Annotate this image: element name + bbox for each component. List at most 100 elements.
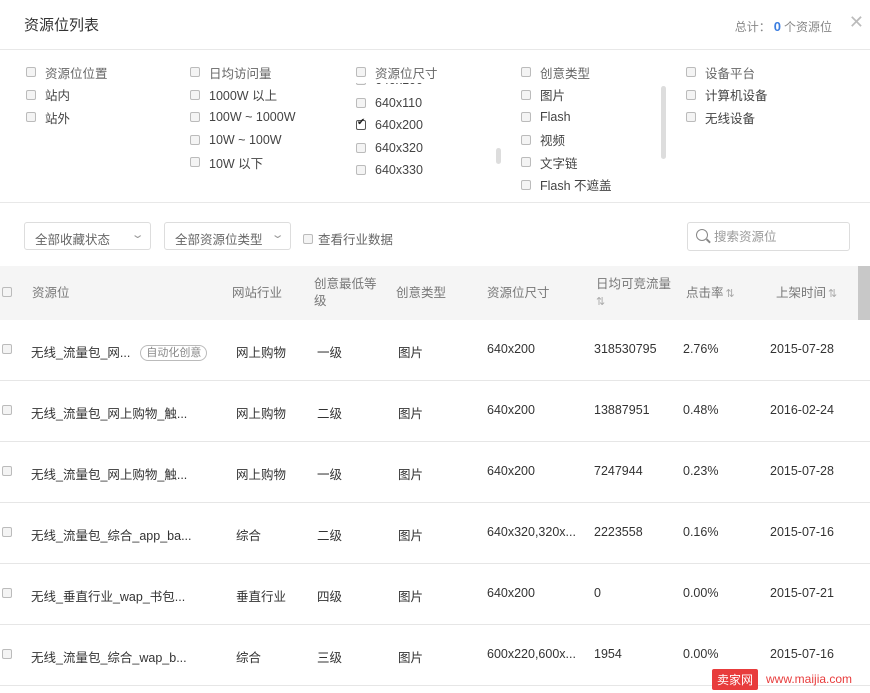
filter-item[interactable]: Flash <box>521 106 612 129</box>
checkbox[interactable] <box>521 134 531 145</box>
size-scrollbar[interactable] <box>496 148 501 164</box>
checkbox[interactable] <box>686 112 696 123</box>
filter-platform-head[interactable]: 设备平台 <box>686 61 768 84</box>
filter-creative-head[interactable]: 创意类型 <box>521 61 612 84</box>
checkbox[interactable] <box>356 83 366 86</box>
table-scrollbar[interactable] <box>858 266 870 320</box>
filter-item[interactable]: 计算机设备 <box>686 84 768 107</box>
filter-item[interactable]: 640x110 <box>356 92 506 115</box>
row-checkbox[interactable] <box>2 344 12 354</box>
cell-traffic: 13887951 <box>594 403 650 417</box>
cell-ctr: 0.16% <box>683 525 719 539</box>
cell-traffic: 0 <box>594 586 601 600</box>
cell-ctr: 0.00% <box>683 586 719 600</box>
checkbox[interactable] <box>521 67 531 78</box>
table-row[interactable]: 无线_垂直行业_wap_书包... 垂直行业 四级 图片 640x200 0 0.00% 20… <box>0 564 870 625</box>
filter-size-head[interactable]: 资源位尺寸 <box>356 61 438 84</box>
filter-item[interactable]: 文字链 <box>521 151 612 174</box>
checkbox[interactable] <box>190 112 200 123</box>
cell-name[interactable]: 无线_流量包_网... 自动化创意 <box>31 342 208 362</box>
checkbox[interactable] <box>26 67 36 78</box>
filter-item[interactable]: 640x320 <box>356 137 506 160</box>
col-level: 创意最低等 级 <box>314 277 377 308</box>
industry-data-checkbox[interactable]: 查看行业数据 <box>303 229 393 248</box>
cell-name[interactable]: 无线_流量包_网上购物_触... <box>31 464 187 483</box>
col-ctr[interactable]: 点击率 ⇅ <box>686 285 735 303</box>
filter-item[interactable]: Flash 不遮盖 <box>521 174 612 197</box>
cell-creative: 图片 <box>398 407 424 421</box>
filter-item[interactable]: 视频 <box>521 129 612 152</box>
filter-item[interactable]: 640x100 <box>356 83 506 92</box>
filter-item[interactable]: 10W 以下 <box>190 151 296 174</box>
cell-level: 四级 <box>317 590 343 604</box>
checkbox[interactable] <box>356 142 366 153</box>
cell-traffic: 7247944 <box>594 464 643 478</box>
filter-item[interactable]: 640x330 <box>356 159 506 182</box>
col-traffic[interactable]: 日均可竞流量 ⇅ <box>596 276 671 311</box>
cell-traffic: 1954 <box>594 647 622 661</box>
checkbox[interactable] <box>190 67 200 78</box>
checkbox[interactable] <box>190 89 200 100</box>
filter-item[interactable]: 图片 <box>521 84 612 107</box>
favorite-status-select[interactable]: 全部收藏状态 ⌄ <box>24 222 151 250</box>
checkbox[interactable] <box>190 134 200 145</box>
col-time[interactable]: 上架时间 ⇅ <box>776 285 837 303</box>
checkbox[interactable] <box>686 89 696 100</box>
search-input[interactable] <box>714 228 844 246</box>
cell-ctr: 0.23% <box>683 464 719 478</box>
checkbox[interactable] <box>521 179 531 190</box>
checkbox[interactable] <box>303 233 313 244</box>
filter-item[interactable]: 站内 <box>26 84 108 107</box>
select-all-checkbox[interactable] <box>2 287 12 297</box>
checkbox[interactable] <box>356 97 366 108</box>
row-checkbox[interactable] <box>2 588 12 598</box>
checkbox[interactable] <box>26 89 36 100</box>
row-checkbox[interactable] <box>2 466 12 476</box>
cell-size: 640x200 <box>487 403 535 417</box>
watermark-url: www.maijia.com <box>766 672 853 686</box>
table-row[interactable]: 无线_流量包_网上购物_触... 网上购物 二级 图片 640x200 13887951 0… <box>0 381 870 442</box>
creative-scrollbar[interactable] <box>661 86 666 159</box>
filter-traffic: 日均访问量 1000W 以上 100W ~ 1000W 10W ~ 100W 1… <box>190 61 296 174</box>
checkbox[interactable] <box>26 112 36 123</box>
table-row[interactable]: 无线_流量包_网上购物_触... 网上购物 一级 图片 640x200 7247944 0.… <box>0 442 870 503</box>
table-row[interactable]: 无线_流量包_网... 自动化创意 网上购物 一级 图片 640x200 318530795… <box>0 320 870 381</box>
row-checkbox[interactable] <box>2 405 12 415</box>
checkbox[interactable] <box>521 112 531 123</box>
row-checkbox[interactable] <box>2 527 12 537</box>
filter-platform: 设备平台 计算机设备 无线设备 <box>686 61 768 129</box>
resource-type-select[interactable]: 全部资源位类型 ⌄ <box>164 222 291 250</box>
filter-position-head[interactable]: 资源位位置 <box>26 61 108 84</box>
watermark: 卖家网 www.maijia.com <box>712 668 853 690</box>
filter-item[interactable]: 100W ~ 1000W <box>190 106 296 129</box>
filter-item[interactable]: 1000W 以上 <box>190 84 296 107</box>
cell-size: 640x200 <box>487 464 535 478</box>
cell-level: 二级 <box>317 407 343 421</box>
filter-item[interactable]: 站外 <box>26 106 108 129</box>
checkbox[interactable] <box>190 157 200 168</box>
checkbox[interactable] <box>521 157 531 168</box>
filter-item[interactable]: 无线设备 <box>686 106 768 129</box>
filter-item[interactable]: 640x200 <box>356 114 506 137</box>
table-row[interactable]: 无线_流量包_综合_app_ba... 综合 二级 图片 640x320,320x...… <box>0 503 870 564</box>
size-scroll-list[interactable]: 640x100 640x110 640x200 640x320 640x330 <box>356 83 506 195</box>
cell-industry: 垂直行业 <box>236 590 287 604</box>
checkbox[interactable] <box>521 89 531 100</box>
checkbox[interactable] <box>356 67 366 78</box>
checkbox-checked[interactable] <box>356 117 366 131</box>
filter-item[interactable]: 10W ~ 100W <box>190 129 296 152</box>
cell-name[interactable]: 无线_流量包_网上购物_触... <box>31 403 187 422</box>
cell-name[interactable]: 无线_流量包_综合_wap_b... <box>31 647 187 666</box>
checkbox[interactable] <box>686 67 696 78</box>
cell-name[interactable]: 无线_垂直行业_wap_书包... <box>31 586 185 605</box>
search-box[interactable] <box>687 222 850 251</box>
filter-traffic-head[interactable]: 日均访问量 <box>190 61 296 84</box>
checkbox[interactable] <box>356 165 366 176</box>
cell-ctr: 0.48% <box>683 403 719 417</box>
close-icon[interactable]: ✕ <box>849 12 864 33</box>
cell-level: 三级 <box>317 651 343 665</box>
cell-industry: 网上购物 <box>236 468 287 482</box>
total-count: 0 <box>773 19 781 34</box>
row-checkbox[interactable] <box>2 649 12 659</box>
cell-name[interactable]: 无线_流量包_综合_app_ba... <box>31 525 192 544</box>
